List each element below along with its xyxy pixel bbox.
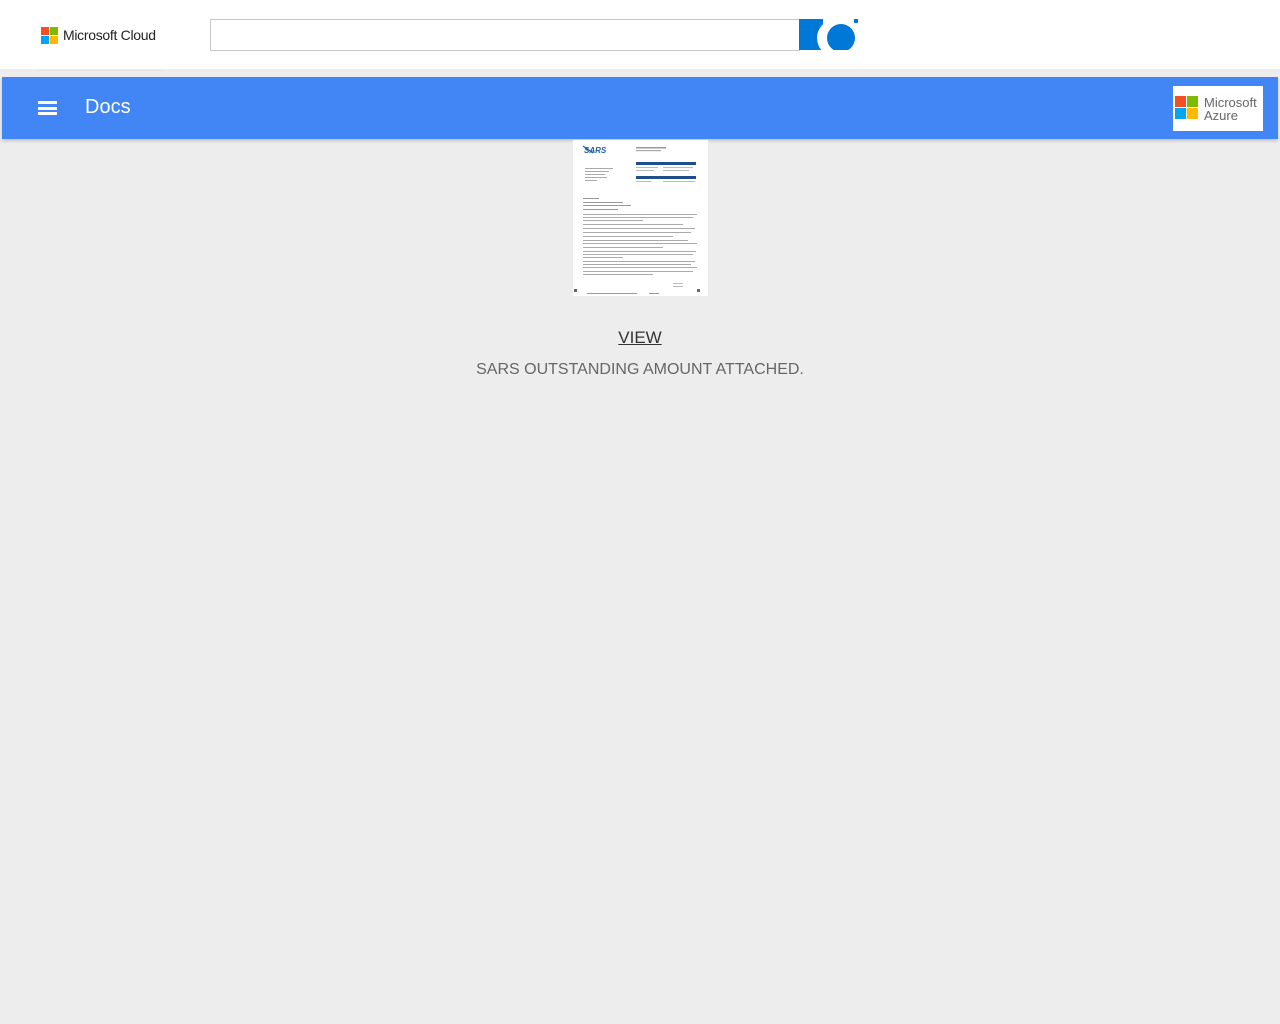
- microsoft-azure-logo: Microsoft Azure: [1173, 86, 1263, 131]
- sars-logo-text: SARS: [584, 146, 607, 155]
- document-thumbnail[interactable]: SARS: [573, 140, 708, 296]
- view-link[interactable]: VIEW: [0, 328, 1280, 348]
- navbar: Docs Microsoft Azure: [2, 77, 1278, 139]
- search-input[interactable]: [210, 19, 800, 51]
- search-button[interactable]: [799, 19, 859, 50]
- document-preview-image: SARS: [573, 140, 708, 296]
- top-header: Microsoft Cloud: [0, 0, 1280, 71]
- search-icon: [827, 24, 855, 50]
- microsoft-logo-icon: [41, 26, 58, 44]
- brand-text: Microsoft Cloud: [63, 27, 156, 43]
- hamburger-menu-icon[interactable]: [38, 101, 57, 115]
- microsoft-cloud-logo[interactable]: Microsoft Cloud: [35, 0, 165, 71]
- azure-logo-line2: Azure: [1204, 108, 1238, 123]
- nav-title: Docs: [85, 96, 131, 118]
- attachment-message: SARS OUTSTANDING AMOUNT ATTACHED.: [476, 361, 804, 378]
